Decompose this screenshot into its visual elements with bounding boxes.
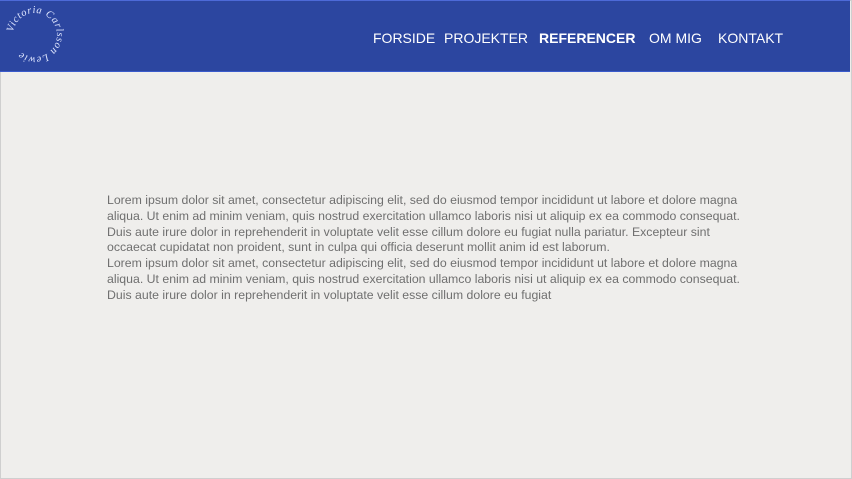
- nav-item-kontakt[interactable]: KONTAKT: [718, 30, 783, 46]
- logo-svg: Victoria Carlsson Lewie: [5, 5, 65, 65]
- nav-item-referencer[interactable]: REFERENCER: [539, 30, 635, 46]
- nav-item-projekter[interactable]: PROJEKTER: [444, 30, 528, 46]
- site-header: Victoria Carlsson Lewie FORSIDE PROJEKTE…: [0, 0, 850, 72]
- body-paragraph-1: Lorem ipsum dolor sit amet, consectetur …: [107, 193, 740, 255]
- circular-text-logo[interactable]: Victoria Carlsson Lewie: [2, 2, 68, 68]
- nav-item-om-mig[interactable]: OM MIG: [649, 30, 702, 46]
- body-paragraph-2: Lorem ipsum dolor sit amet, consectetur …: [107, 256, 740, 302]
- logo-text-path: Victoria Carlsson Lewie: [5, 5, 64, 65]
- nav-item-forside[interactable]: FORSIDE: [373, 30, 435, 46]
- main-content: Lorem ipsum dolor sit amet, consectetur …: [107, 193, 747, 304]
- logo-text: Victoria Carlsson Lewie: [5, 5, 65, 65]
